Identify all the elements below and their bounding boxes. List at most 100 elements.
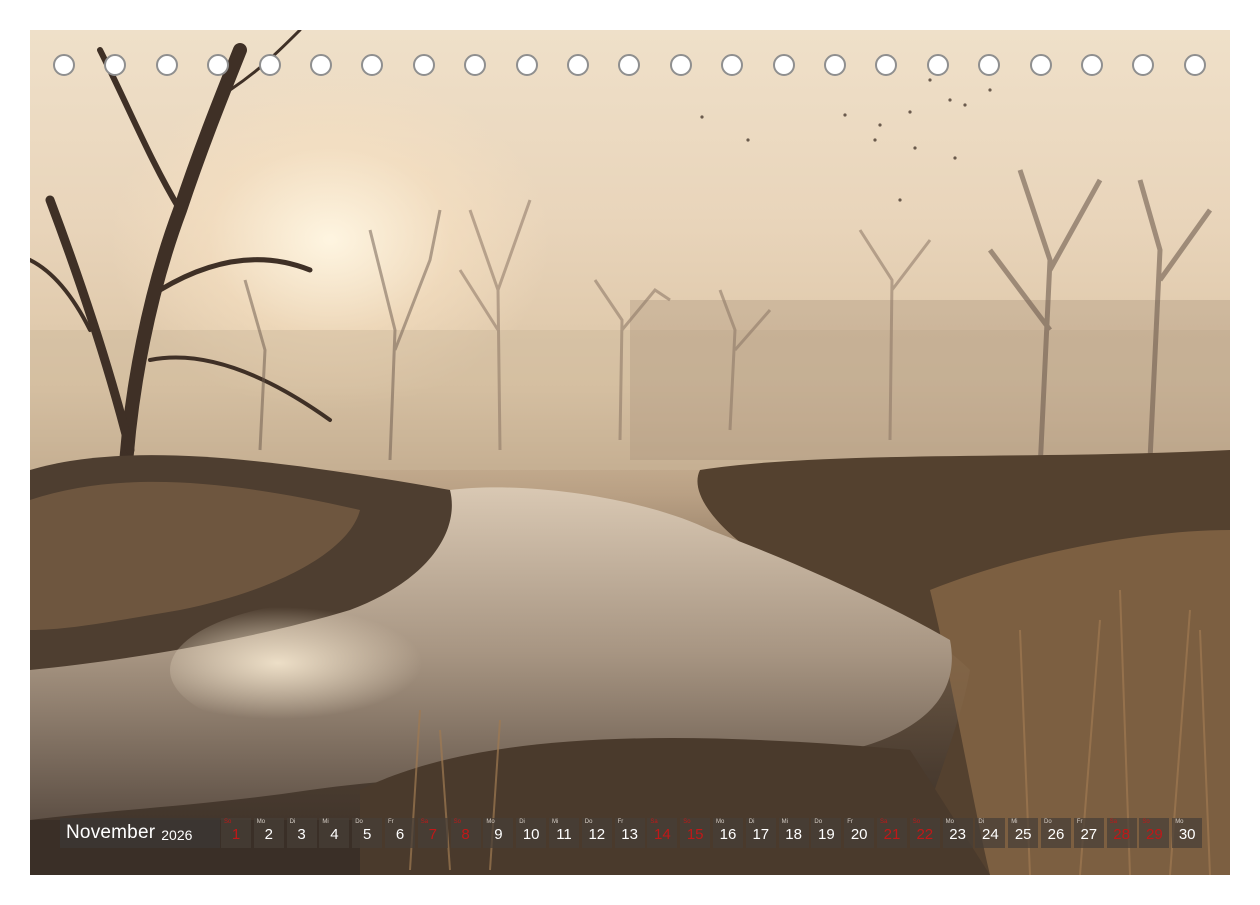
binding-ring xyxy=(207,54,230,76)
day-number: 4 xyxy=(330,826,339,843)
day-cell: Fr 6 xyxy=(385,818,415,848)
day-number: 26 xyxy=(1047,826,1065,843)
day-number: 18 xyxy=(785,826,802,843)
weekday-abbr: Mo xyxy=(1175,819,1184,825)
day-number: 15 xyxy=(686,826,704,843)
binding-ring xyxy=(875,54,898,76)
day-number: 5 xyxy=(363,826,372,843)
binding-ring xyxy=(721,54,744,76)
day-number: 16 xyxy=(719,826,737,843)
weekday-abbr: Do xyxy=(814,819,823,825)
day-cell: Sa 28 xyxy=(1106,818,1137,848)
day-number: 1 xyxy=(231,826,241,843)
weekday-abbr: Di xyxy=(748,819,755,825)
binding-ring xyxy=(53,54,75,76)
weekday-abbr: Di xyxy=(289,819,296,825)
landscape-photo xyxy=(30,30,1230,875)
weekday-abbr: Fr xyxy=(617,819,624,825)
binding-ring xyxy=(1132,54,1155,76)
day-number: 27 xyxy=(1080,826,1098,843)
day-cell: Fr 20 xyxy=(844,818,875,848)
weekday-abbr: Do xyxy=(584,819,593,825)
binding-ring xyxy=(515,54,538,76)
day-cell: So 29 xyxy=(1139,818,1170,848)
day-cell: Sa 21 xyxy=(877,818,907,848)
day-cell: Mi 11 xyxy=(549,818,579,848)
day-number: 19 xyxy=(818,826,835,843)
day-number: 7 xyxy=(428,826,437,843)
day-cell: So 1 xyxy=(221,818,251,848)
day-cell: Mi 4 xyxy=(319,818,350,848)
weekday-abbr: Sa xyxy=(650,819,658,825)
day-number: 6 xyxy=(395,826,405,843)
day-number: 30 xyxy=(1178,826,1196,843)
binding-rings xyxy=(30,54,1230,80)
day-number: 11 xyxy=(556,826,572,843)
day-number: 29 xyxy=(1146,826,1163,843)
day-cell: Di 17 xyxy=(745,818,776,848)
weekday-abbr: Mi xyxy=(322,819,329,825)
binding-ring xyxy=(104,54,127,76)
day-number: 24 xyxy=(982,826,999,843)
weekday-abbr: So xyxy=(224,819,232,825)
day-cell: So 8 xyxy=(450,818,481,848)
day-cell: Di 3 xyxy=(286,818,317,848)
day-cell: Di 10 xyxy=(516,818,547,848)
day-cell: Sa 14 xyxy=(647,818,678,848)
day-cell: Di 24 xyxy=(975,818,1006,848)
weekday-abbr: So xyxy=(453,819,461,825)
day-number: 21 xyxy=(883,826,901,843)
day-cell: So 15 xyxy=(680,818,711,848)
calendar-strip: November 2026 So 1 Mo 2 Di 3 Mi 4 Do 5 Fr 6 Sa 7 So 8 Mo… xyxy=(60,818,1205,848)
binding-ring xyxy=(926,54,949,76)
day-cell: Do 26 xyxy=(1041,818,1071,848)
binding-ring xyxy=(824,54,846,76)
day-cell: Do 19 xyxy=(811,818,842,848)
weekday-abbr: So xyxy=(683,819,691,825)
day-cell: Do 5 xyxy=(352,818,383,848)
binding-ring xyxy=(669,54,692,76)
weekday-abbr: Mi xyxy=(1011,819,1018,825)
binding-ring xyxy=(978,54,1001,76)
day-cell: Mo 2 xyxy=(253,818,284,848)
day-cell: Fr 13 xyxy=(614,818,645,848)
weekday-abbr: Mo xyxy=(486,819,495,825)
binding-ring xyxy=(361,54,384,76)
day-cell: Mo 23 xyxy=(942,818,973,848)
weekday-abbr: Di xyxy=(978,819,985,825)
binding-ring xyxy=(1029,54,1052,76)
weekday-abbr: Do xyxy=(1044,819,1052,825)
weekday-abbr: Mo xyxy=(945,819,954,825)
day-number: 12 xyxy=(588,826,606,843)
day-number: 13 xyxy=(621,826,638,843)
binding-ring xyxy=(412,54,435,76)
binding-ring xyxy=(772,54,795,76)
day-number: 28 xyxy=(1113,826,1130,843)
weekday-abbr: Mi xyxy=(552,819,559,825)
binding-ring xyxy=(1183,54,1206,76)
day-number: 23 xyxy=(949,826,966,843)
day-number: 20 xyxy=(850,826,868,843)
month-label: November 2026 xyxy=(60,818,220,848)
day-number: 10 xyxy=(522,826,540,843)
day-cell: Mo 30 xyxy=(1172,818,1203,848)
day-cell: Mo 16 xyxy=(713,818,743,848)
weekday-abbr: Mi xyxy=(781,819,788,825)
binding-ring xyxy=(618,54,641,76)
day-number: 17 xyxy=(752,826,770,843)
weekday-abbr: So xyxy=(912,819,921,825)
day-number: 9 xyxy=(494,826,503,843)
binding-ring xyxy=(310,54,332,76)
day-cell: Mi 25 xyxy=(1008,818,1039,848)
day-number: 22 xyxy=(916,826,934,843)
day-cell: Mo 9 xyxy=(483,818,514,848)
weekday-abbr: So xyxy=(1142,819,1150,825)
day-number: 25 xyxy=(1014,826,1032,843)
weekday-abbr: Do xyxy=(355,819,363,825)
binding-ring xyxy=(567,54,589,76)
weekday-abbr: Mo xyxy=(256,819,266,825)
weekday-abbr: Fr xyxy=(388,819,394,825)
binding-ring xyxy=(464,54,487,76)
binding-ring xyxy=(258,54,281,76)
misty-marsh-scene xyxy=(30,30,1230,875)
